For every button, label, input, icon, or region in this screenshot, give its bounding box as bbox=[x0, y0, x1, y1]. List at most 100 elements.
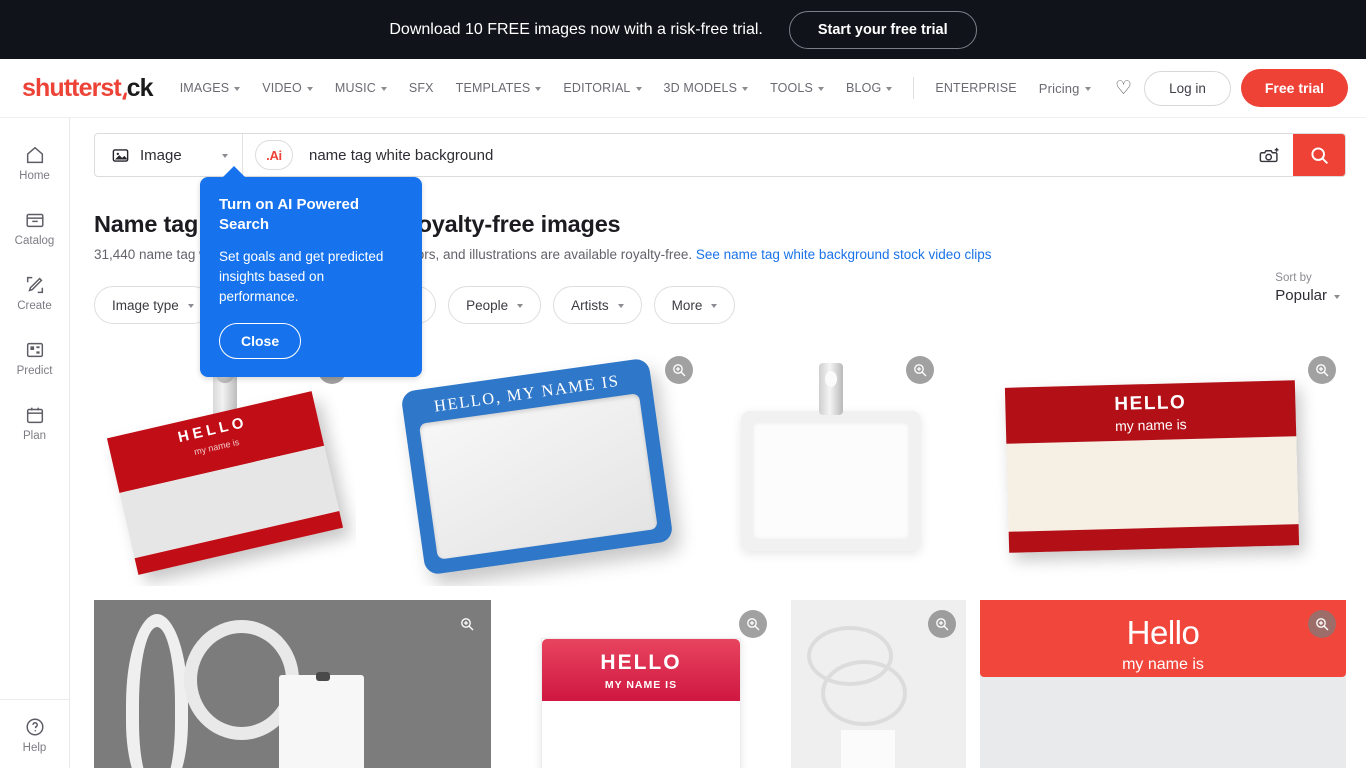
sort-value: Popular bbox=[1275, 287, 1327, 304]
login-button[interactable]: Log in bbox=[1144, 70, 1231, 106]
filter-label: Artists bbox=[571, 297, 609, 313]
red-hello-sticker: Hello my name is bbox=[980, 600, 1346, 768]
chevron-down-icon bbox=[1334, 294, 1340, 299]
help-icon bbox=[25, 718, 44, 736]
name-tag-artwork: HELLO my name is bbox=[106, 355, 344, 575]
nav-item-editorial[interactable]: EDITORIAL bbox=[552, 75, 652, 101]
nav-item-enterprise[interactable]: ENTERPRISE bbox=[924, 75, 1027, 101]
ai-badge-label: .Ai bbox=[266, 147, 282, 163]
logo-text-part1: shutterst bbox=[22, 73, 122, 102]
tag-top-band: Hello my name is bbox=[980, 600, 1346, 678]
results-grid: HELLO my name is HELLO, MY NAME IS HELLO… bbox=[94, 346, 1346, 768]
tag-top-band: HELLO my name is bbox=[1004, 379, 1297, 444]
favorites-heart-icon[interactable]: ♡ bbox=[1115, 79, 1132, 98]
tooltip-close-button[interactable]: Close bbox=[219, 323, 302, 360]
nav-item-blog[interactable]: BLOG bbox=[835, 75, 903, 101]
filter-label: Image type bbox=[112, 297, 179, 313]
zoom-preview-button[interactable] bbox=[928, 610, 956, 638]
nav-item-pricing[interactable]: Pricing bbox=[1028, 75, 1102, 102]
main-content: Image .Ai Name tag white bac bbox=[70, 118, 1366, 768]
magnifier-plus-icon bbox=[747, 618, 760, 631]
nav-label: IMAGES bbox=[179, 81, 230, 95]
nav-item-music[interactable]: MUSIC bbox=[324, 75, 398, 101]
free-trial-button[interactable]: Free trial bbox=[1240, 69, 1348, 107]
sidebar-item-predict[interactable]: Predict bbox=[0, 339, 69, 377]
zoom-preview-button[interactable] bbox=[739, 610, 767, 638]
create-icon bbox=[26, 276, 43, 294]
result-item-4[interactable]: HELLO my name is bbox=[958, 346, 1346, 586]
lanyard-strap bbox=[126, 614, 188, 768]
result-item-6[interactable]: HELLO MY NAME IS bbox=[505, 600, 777, 768]
clear-badge-holder bbox=[740, 363, 921, 551]
sidebar-item-home[interactable]: Home bbox=[0, 144, 69, 182]
magnifier-plus-icon bbox=[673, 364, 686, 377]
nav-item-sfx[interactable]: SFX bbox=[398, 75, 445, 101]
zoom-preview-button[interactable] bbox=[665, 356, 693, 384]
plastic-badge bbox=[740, 363, 921, 551]
nav-label: MUSIC bbox=[334, 81, 376, 95]
red-hello-tag: HELLO my name is bbox=[106, 391, 344, 575]
video-clips-link[interactable]: See name tag white background stock vide… bbox=[696, 247, 992, 262]
promo-text: Download 10 FREE images now with a risk-… bbox=[389, 20, 763, 38]
sort-control: Sort by Popular bbox=[1275, 272, 1340, 304]
tooltip-body: Set goals and get predicted insights bas… bbox=[219, 248, 384, 305]
sidebar-label: Create bbox=[17, 300, 52, 312]
sidebar-item-create[interactable]: Create bbox=[0, 274, 69, 312]
ai-search-toggle[interactable]: .Ai bbox=[255, 140, 293, 170]
page-body: Home Catalog Create Predict Plan Help Im… bbox=[0, 118, 1366, 768]
sort-dropdown[interactable]: Popular bbox=[1275, 287, 1340, 304]
predict-icon bbox=[26, 342, 43, 358]
nav-item-images[interactable]: IMAGES bbox=[169, 75, 252, 101]
nav-item-3d-models[interactable]: 3D MODELS bbox=[653, 75, 760, 101]
tag-title: Hello bbox=[1126, 614, 1200, 651]
chevron-down-icon bbox=[517, 304, 524, 308]
sidebar-item-catalog[interactable]: Catalog bbox=[0, 209, 69, 247]
zoom-preview-button[interactable] bbox=[1308, 610, 1336, 638]
filter-people[interactable]: People bbox=[448, 286, 542, 324]
visual-search-button[interactable] bbox=[1247, 134, 1293, 176]
sidebar-item-help[interactable]: Help bbox=[0, 716, 69, 754]
chevron-down-icon bbox=[711, 304, 718, 308]
sidebar-label: Home bbox=[19, 170, 50, 182]
shutterstock-logo[interactable]: shutterst⸲ck bbox=[22, 73, 154, 102]
result-item-1[interactable]: HELLO my name is bbox=[94, 346, 356, 586]
chevron-down-icon bbox=[1084, 87, 1091, 91]
result-item-8[interactable]: Hello my name is bbox=[980, 600, 1346, 768]
start-free-trial-button[interactable]: Start your free trial bbox=[788, 10, 977, 49]
image-icon bbox=[112, 148, 129, 162]
sidebar-item-plan[interactable]: Plan bbox=[0, 404, 69, 442]
tag-top-band: HELLO MY NAME IS bbox=[542, 639, 740, 702]
dark-red-hello-tag: HELLO my name is bbox=[1004, 379, 1300, 553]
filter-label: People bbox=[466, 297, 509, 313]
nav-item-video[interactable]: VIDEO bbox=[251, 75, 324, 101]
chevron-down-icon bbox=[818, 87, 825, 91]
result-item-5[interactable] bbox=[94, 600, 491, 768]
result-item-7[interactable] bbox=[791, 600, 966, 768]
filter-more[interactable]: More bbox=[653, 286, 736, 324]
blank-badge bbox=[279, 675, 364, 768]
search-bar: Image .Ai bbox=[94, 133, 1346, 177]
lanyard-photo-gray bbox=[94, 600, 491, 768]
result-item-3[interactable] bbox=[717, 346, 944, 586]
nav-label: Pricing bbox=[1038, 80, 1080, 96]
nav-item-tools[interactable]: TOOLS bbox=[759, 75, 835, 101]
zoom-preview-button[interactable] bbox=[1308, 356, 1336, 384]
chevron-down-icon bbox=[380, 87, 387, 91]
magnifier-plus-icon bbox=[1316, 364, 1329, 377]
tag-subtitle: my name is bbox=[1122, 656, 1204, 673]
filter-image-type[interactable]: Image type bbox=[94, 286, 212, 324]
search-type-dropdown[interactable]: Image bbox=[95, 134, 243, 176]
zoom-preview-button[interactable] bbox=[453, 610, 481, 638]
search-type-label: Image bbox=[140, 146, 182, 164]
search-input[interactable] bbox=[293, 134, 1247, 176]
zoom-preview-button[interactable] bbox=[906, 356, 934, 384]
filter-artists[interactable]: Artists bbox=[553, 286, 642, 324]
lanyard-loop bbox=[821, 660, 907, 726]
search-submit-button[interactable] bbox=[1293, 134, 1345, 176]
nav-label: TOOLS bbox=[770, 81, 814, 95]
search-icon bbox=[1310, 146, 1328, 164]
result-item-2[interactable]: HELLO, MY NAME IS bbox=[370, 346, 703, 586]
nav-label: TEMPLATES bbox=[455, 81, 531, 95]
nav-item-templates[interactable]: TEMPLATES bbox=[445, 75, 553, 101]
nav-label: VIDEO bbox=[262, 81, 302, 95]
